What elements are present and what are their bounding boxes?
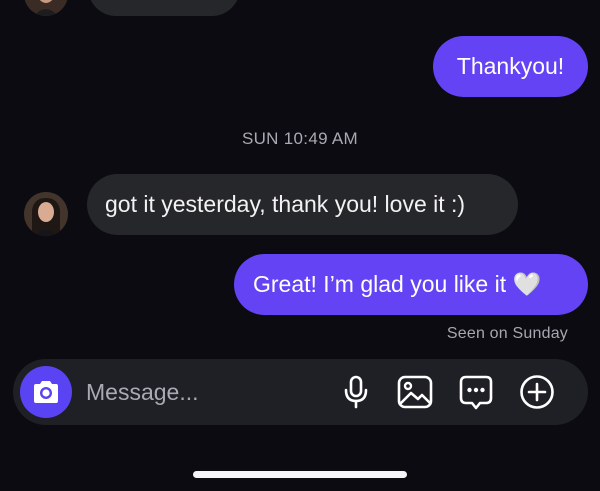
message-text: Thankyou! — [456, 53, 565, 79]
message-bubble-outgoing[interactable]: Great! I’m glad you like it 🤍 — [234, 254, 588, 315]
image-icon — [397, 375, 433, 409]
message-composer — [13, 359, 588, 425]
message-text: Great! I’m glad you like it 🤍 — [253, 271, 542, 297]
contact-avatar[interactable] — [24, 192, 68, 236]
message-bubble-incoming-partial — [88, 0, 240, 16]
sticker-button[interactable] — [458, 374, 494, 410]
message-bubble-outgoing[interactable]: Thankyou! — [433, 36, 588, 97]
message-input[interactable] — [86, 359, 316, 425]
home-indicator[interactable] — [193, 471, 407, 478]
conversation-timestamp: SUN 10:49 AM — [241, 129, 359, 148]
seen-status: Seen on Sunday — [446, 325, 568, 342]
sticker-chat-icon — [459, 375, 493, 410]
contact-avatar[interactable] — [24, 0, 68, 16]
camera-button[interactable] — [20, 366, 72, 418]
add-button[interactable] — [519, 374, 555, 410]
gallery-button[interactable] — [397, 374, 433, 410]
microphone-icon — [344, 375, 368, 409]
message-text: got it yesterday, thank you! love it :) — [105, 191, 466, 217]
add-icon — [520, 375, 554, 409]
message-bubble-incoming[interactable]: got it yesterday, thank you! love it :) — [87, 174, 518, 235]
microphone-button[interactable] — [338, 374, 374, 410]
camera-icon — [34, 381, 58, 403]
